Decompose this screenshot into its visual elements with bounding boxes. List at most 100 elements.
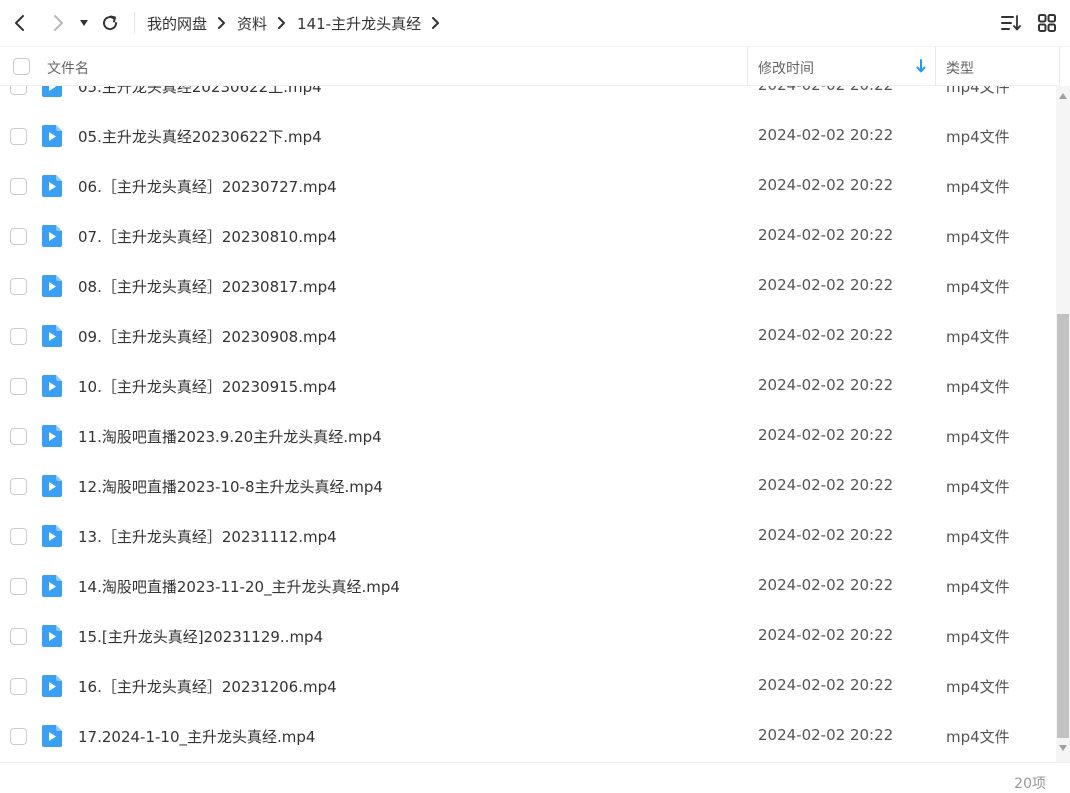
file-name[interactable]: 05.主升龙头真经20230622下.mp4: [78, 126, 322, 147]
file-modified-time: 2024-02-02 20:22: [758, 376, 894, 394]
file-row[interactable]: 14.淘股吧直播2023-11-20_主升龙头真经.mp4 2024-02-02 …: [0, 561, 1056, 611]
file-row[interactable]: 09.［主升龙头真经］20230908.mp4 2024-02-02 20:22 m…: [0, 311, 1056, 361]
file-type: mp4文件: [946, 178, 1010, 196]
file-modified-time: 2024-02-02 20:22: [758, 526, 894, 544]
file-list: 05.主升龙头真经20230622上.mp4 2024-02-02 20:22 mp…: [0, 86, 1056, 762]
file-type: mp4文件: [946, 428, 1010, 446]
file-type: mp4文件: [946, 728, 1010, 746]
arrow-left-icon: [15, 15, 24, 31]
file-row[interactable]: 06.［主升龙头真经］20230727.mp4 2024-02-02 20:22 m…: [0, 161, 1056, 211]
column-divider[interactable]: [935, 47, 936, 86]
history-dropdown-button[interactable]: [74, 9, 94, 37]
file-row[interactable]: 08.［主升龙头真经］20230817.mp4 2024-02-02 20:22 m…: [0, 261, 1056, 311]
breadcrumb-item-my-drive[interactable]: 我的网盘: [147, 13, 207, 34]
scrollbar-thumb[interactable]: [1057, 314, 1069, 738]
row-checkbox[interactable]: [10, 228, 27, 245]
file-type: mp4文件: [946, 378, 1010, 396]
video-file-icon: [42, 325, 62, 347]
breadcrumb-item-materials[interactable]: 资料: [237, 13, 267, 34]
grid-view-button[interactable]: [1034, 10, 1060, 36]
file-name[interactable]: 07.［主升龙头真经］20230810.mp4: [78, 226, 337, 247]
column-divider[interactable]: [1059, 47, 1060, 86]
file-type: mp4文件: [946, 278, 1010, 296]
video-file-icon: [42, 275, 62, 297]
file-name[interactable]: 12.淘股吧直播2023-10-8主升龙头真经.mp4: [78, 476, 383, 497]
column-divider[interactable]: [747, 47, 748, 86]
video-file-icon: [42, 625, 62, 647]
file-name[interactable]: 10.［主升龙头真经］20230915.mp4: [78, 376, 337, 397]
forward-button[interactable]: [44, 9, 72, 37]
scroll-down-arrow-icon[interactable]: [1058, 744, 1068, 752]
file-name[interactable]: 08.［主升龙头真经］20230817.mp4: [78, 276, 337, 297]
file-row[interactable]: 16.［主升龙头真经］20231206.mp4 2024-02-02 20:22 m…: [0, 661, 1056, 711]
video-file-icon: [42, 225, 62, 247]
file-type: mp4文件: [946, 578, 1010, 596]
sort-desc-arrow-icon[interactable]: [916, 59, 926, 73]
file-row[interactable]: 07.［主升龙头真经］20230810.mp4 2024-02-02 20:22 m…: [0, 211, 1056, 261]
file-type: mp4文件: [946, 678, 1010, 696]
row-checkbox[interactable]: [10, 178, 27, 195]
video-file-icon: [42, 675, 62, 697]
scroll-up-arrow-icon[interactable]: [1058, 92, 1068, 100]
file-name[interactable]: 11.淘股吧直播2023.9.20主升龙头真经.mp4: [78, 426, 382, 447]
file-row[interactable]: 13.［主升龙头真经］20231112.mp4 2024-02-02 20:22 m…: [0, 511, 1056, 561]
file-modified-time: 2024-02-02 20:22: [758, 276, 894, 294]
file-type: mp4文件: [946, 478, 1010, 496]
file-name[interactable]: 17.2024-1-10_主升龙头真经.mp4: [78, 726, 315, 747]
file-modified-time: 2024-02-02 20:22: [758, 326, 894, 344]
video-file-icon: [42, 375, 62, 397]
breadcrumb-item-current-folder[interactable]: 141-主升龙头真经: [297, 13, 421, 34]
file-modified-time: 2024-02-02 20:22: [758, 576, 894, 594]
file-type: mp4文件: [946, 128, 1010, 146]
file-type: mp4文件: [946, 86, 1010, 96]
status-bar: 20项: [0, 762, 1070, 793]
column-header-modified-time[interactable]: 修改时间: [758, 58, 814, 78]
file-name[interactable]: 05.主升龙头真经20230622上.mp4: [78, 86, 322, 97]
file-name[interactable]: 15.[主升龙头真经]20231129..mp4: [78, 626, 323, 647]
file-modified-time: 2024-02-02 20:22: [758, 676, 894, 694]
file-row[interactable]: 05.主升龙头真经20230622上.mp4 2024-02-02 20:22 mp…: [0, 86, 1056, 111]
file-name[interactable]: 14.淘股吧直播2023-11-20_主升龙头真经.mp4: [78, 576, 400, 597]
column-header-type[interactable]: 类型: [946, 58, 974, 78]
row-checkbox[interactable]: [10, 328, 27, 345]
chevron-right-icon: [207, 16, 237, 30]
file-row[interactable]: 10.［主升龙头真经］20230915.mp4 2024-02-02 20:22 m…: [0, 361, 1056, 411]
refresh-button[interactable]: [96, 9, 124, 37]
file-modified-time: 2024-02-02 20:22: [758, 426, 894, 444]
back-button[interactable]: [6, 9, 34, 37]
file-name[interactable]: 16.［主升龙头真经］20231206.mp4: [78, 676, 337, 697]
row-checkbox[interactable]: [10, 278, 27, 295]
row-checkbox[interactable]: [10, 628, 27, 645]
row-checkbox[interactable]: [10, 578, 27, 595]
row-checkbox[interactable]: [10, 728, 27, 745]
file-row[interactable]: 15.[主升龙头真经]20231129..mp4 2024-02-02 20:22…: [0, 611, 1056, 661]
video-file-icon: [42, 125, 62, 147]
sort-list-icon: [1001, 15, 1021, 31]
file-row[interactable]: 17.2024-1-10_主升龙头真经.mp4 2024-02-02 20:22 m…: [0, 711, 1056, 761]
row-checkbox[interactable]: [10, 478, 27, 495]
row-checkbox[interactable]: [10, 678, 27, 695]
column-header-name[interactable]: 文件名: [47, 58, 89, 78]
video-file-icon: [42, 525, 62, 547]
row-checkbox[interactable]: [10, 528, 27, 545]
grid-view-icon: [1038, 14, 1056, 32]
video-file-icon: [42, 475, 62, 497]
file-row[interactable]: 12.淘股吧直播2023-10-8主升龙头真经.mp4 2024-02-02 20…: [0, 461, 1056, 511]
refresh-icon: [103, 15, 118, 31]
file-name[interactable]: 06.［主升龙头真经］20230727.mp4: [78, 176, 337, 197]
chevron-right-icon[interactable]: [421, 16, 451, 30]
file-row[interactable]: 05.主升龙头真经20230622下.mp4 2024-02-02 20:22 mp…: [0, 111, 1056, 161]
row-checkbox[interactable]: [10, 86, 27, 95]
select-all-checkbox[interactable]: [13, 58, 30, 75]
sort-button[interactable]: [998, 10, 1024, 36]
row-checkbox[interactable]: [10, 128, 27, 145]
row-checkbox[interactable]: [10, 378, 27, 395]
file-row[interactable]: 11.淘股吧直播2023.9.20主升龙头真经.mp4 2024-02-02 20…: [0, 411, 1056, 461]
file-modified-time: 2024-02-02 20:22: [758, 86, 893, 94]
file-name[interactable]: 13.［主升龙头真经］20231112.mp4: [78, 526, 337, 547]
file-type: mp4文件: [946, 528, 1010, 546]
row-checkbox[interactable]: [10, 428, 27, 445]
file-name[interactable]: 09.［主升龙头真经］20230908.mp4: [78, 326, 337, 347]
file-modified-time: 2024-02-02 20:22: [758, 626, 894, 644]
file-type: mp4文件: [946, 628, 1010, 646]
